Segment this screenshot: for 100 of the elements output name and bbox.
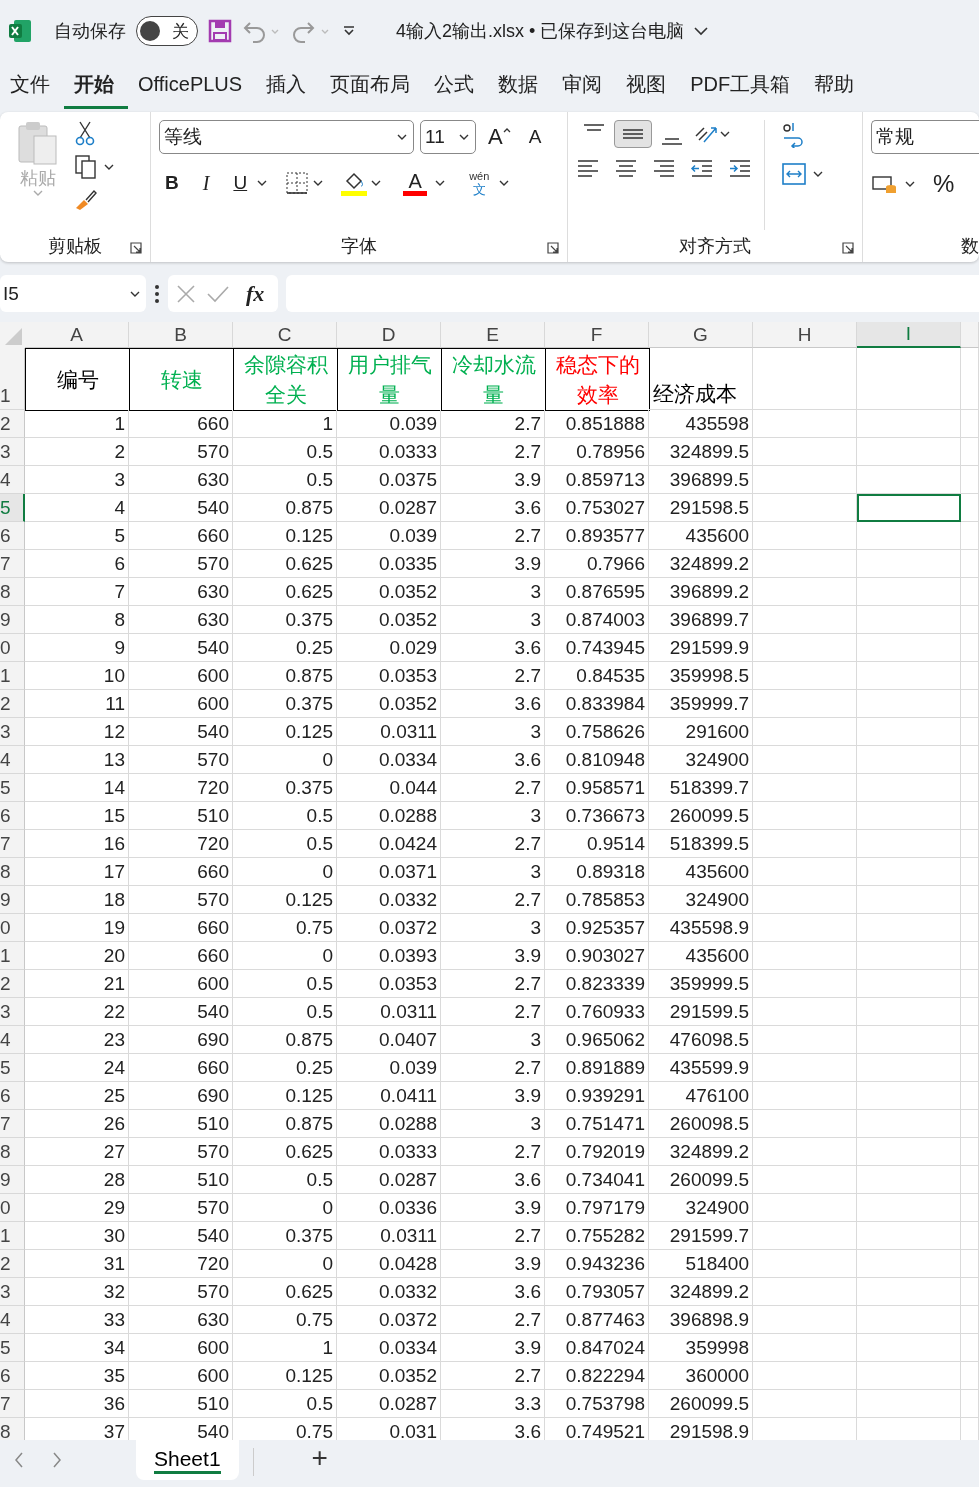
row-header[interactable]: 3: [0, 718, 25, 746]
ribbon-tab[interactable]: 页面布局: [320, 65, 425, 109]
increase-indent-icon[interactable]: [728, 158, 752, 180]
merge-cells-icon[interactable]: [781, 162, 807, 186]
more-options-icon[interactable]: [154, 283, 160, 304]
align-left-icon[interactable]: [576, 158, 600, 180]
column-header[interactable]: C: [233, 322, 337, 348]
bold-button[interactable]: B: [159, 170, 185, 196]
row-header[interactable]: 7: [0, 1110, 25, 1138]
row-header[interactable]: 9: [0, 606, 25, 634]
row-header[interactable]: 9: [0, 886, 25, 914]
ribbon-tab[interactable]: PDF工具箱: [680, 65, 805, 109]
row-header[interactable]: 6: [0, 522, 25, 550]
cut-icon[interactable]: [74, 120, 96, 146]
save-icon[interactable]: [208, 19, 232, 43]
dropdown-caret-icon[interactable]: [397, 134, 407, 140]
copy-icon[interactable]: [74, 154, 98, 180]
dropdown-caret-icon[interactable]: [130, 290, 140, 297]
ribbon-tab[interactable]: 插入: [256, 65, 321, 109]
ribbon-tab[interactable]: 文件: [0, 65, 64, 109]
row-header[interactable]: 1: [0, 348, 25, 410]
dialog-launcher-icon[interactable]: [547, 242, 559, 254]
caret-icon[interactable]: [435, 180, 446, 186]
column-header[interactable]: B: [129, 322, 233, 348]
font-color-button[interactable]: A: [399, 170, 432, 196]
name-box[interactable]: I5: [0, 275, 146, 312]
row-header[interactable]: 1: [0, 1222, 25, 1250]
caret-icon[interactable]: [313, 180, 324, 186]
column-header[interactable]: I: [857, 322, 961, 348]
row-header[interactable]: 4: [0, 466, 25, 494]
add-sheet-button[interactable]: +: [303, 1440, 336, 1476]
number-format-dropdown[interactable]: 常规: [871, 120, 979, 154]
column-header[interactable]: F: [545, 322, 649, 348]
format-painter-icon[interactable]: [74, 188, 98, 212]
chevron-icon[interactable]: [694, 26, 709, 36]
decrease-font-button[interactable]: A: [522, 124, 548, 150]
row-header[interactable]: 8: [0, 1138, 25, 1166]
row-header[interactable]: 0: [0, 1194, 25, 1222]
caret-icon[interactable]: [257, 180, 268, 186]
row-header[interactable]: 5: [0, 1334, 25, 1362]
row-header[interactable]: 6: [0, 802, 25, 830]
column-header[interactable]: E: [441, 322, 545, 348]
spreadsheet-app-icon[interactable]: [8, 19, 32, 43]
decrease-indent-icon[interactable]: [690, 158, 714, 180]
row-header[interactable]: 7: [0, 1390, 25, 1418]
row-header[interactable]: 1: [0, 662, 25, 690]
row-header[interactable]: 1: [0, 942, 25, 970]
dialog-launcher-icon[interactable]: [130, 242, 142, 254]
phonetic-button[interactable]: wén 文: [463, 168, 496, 198]
ribbon-tab[interactable]: OfficePLUS: [128, 67, 257, 107]
row-header[interactable]: 3: [0, 438, 25, 466]
row-header[interactable]: 8: [0, 578, 25, 606]
increase-font-button[interactable]: A: [482, 122, 517, 152]
caret-icon[interactable]: [813, 171, 823, 177]
column-header[interactable]: G: [649, 322, 753, 348]
row-header[interactable]: 5: [0, 1054, 25, 1082]
row-header[interactable]: 3: [0, 998, 25, 1026]
row-header[interactable]: 7: [0, 550, 25, 578]
font-size-dropdown[interactable]: 11: [420, 120, 476, 154]
align-right-icon[interactable]: [652, 158, 676, 180]
italic-button[interactable]: I: [196, 169, 216, 197]
caret-icon[interactable]: [905, 181, 915, 187]
row-header[interactable]: 5: [0, 494, 25, 522]
row-header[interactable]: 0: [0, 914, 25, 942]
column-header[interactable]: A: [25, 322, 129, 348]
caret-icon[interactable]: [499, 180, 510, 186]
row-header[interactable]: 2: [0, 690, 25, 718]
percent-button[interactable]: %: [927, 168, 961, 200]
dropdown-caret-icon[interactable]: [459, 134, 469, 140]
dialog-launcher-icon[interactable]: [842, 242, 854, 254]
row-header[interactable]: 8: [0, 1418, 25, 1440]
ribbon-tab[interactable]: 公式: [424, 65, 489, 109]
row-header[interactable]: 3: [0, 1278, 25, 1306]
font-name-dropdown[interactable]: 等线: [159, 120, 414, 154]
sheet-tab[interactable]: Sheet1: [136, 1440, 239, 1480]
selected-cell[interactable]: [857, 494, 961, 522]
row-header[interactable]: 4: [0, 1026, 25, 1054]
align-center-icon[interactable]: [614, 158, 638, 180]
row-header[interactable]: 9: [0, 1166, 25, 1194]
caret-icon[interactable]: [104, 164, 114, 170]
middle-align-button[interactable]: [614, 120, 652, 148]
row-header[interactable]: 8: [0, 858, 25, 886]
row-header[interactable]: 6: [0, 1362, 25, 1390]
row-header[interactable]: 4: [0, 746, 25, 774]
customize-toolbar-icon[interactable]: [342, 25, 356, 37]
ribbon-tab[interactable]: 开始: [64, 65, 128, 109]
column-header[interactable]: D: [337, 322, 441, 348]
ribbon-tab[interactable]: 数据: [488, 65, 553, 109]
caret-icon[interactable]: [371, 180, 382, 186]
row-header[interactable]: 7: [0, 830, 25, 858]
borders-icon[interactable]: [285, 171, 310, 195]
row-header[interactable]: 0: [0, 634, 25, 662]
column-header[interactable]: H: [753, 322, 857, 348]
row-header[interactable]: 2: [0, 1250, 25, 1278]
row-header[interactable]: 6: [0, 1082, 25, 1110]
underline-button[interactable]: U: [227, 170, 254, 196]
ribbon-tab[interactable]: 帮助: [804, 65, 869, 109]
caret-icon[interactable]: [720, 131, 730, 137]
row-header[interactable]: 2: [0, 410, 25, 438]
row-header[interactable]: 4: [0, 1306, 25, 1334]
